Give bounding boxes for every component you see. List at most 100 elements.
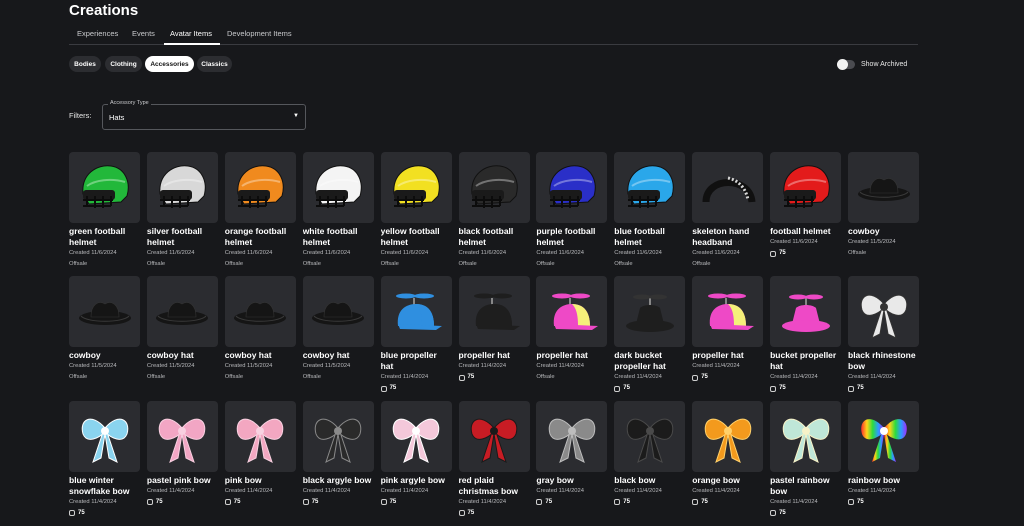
item-thumbnail[interactable]	[224, 400, 296, 472]
item-thumbnail[interactable]	[770, 276, 842, 348]
item-card-black-argyle-bow[interactable]: black argyle bow Created 11/4/2024 75	[302, 400, 374, 521]
item-card-bucket-propeller-hat[interactable]: bucket propeller hat Created 11/4/2024 75	[770, 276, 842, 396]
item-thumbnail[interactable]	[848, 276, 919, 348]
item-card-pink-argyle-bow[interactable]: pink argyle bow Created 11/4/2024 75	[380, 400, 452, 521]
item-thumbnail[interactable]	[224, 276, 296, 348]
item-card-pastel-rainbow-bow[interactable]: pastel rainbow bow Created 11/4/2024 75	[770, 400, 842, 521]
item-name[interactable]: pink argyle bow	[381, 475, 452, 486]
item-card-propeller-hat[interactable]: propeller hat Created 11/4/2024 75	[458, 276, 530, 396]
item-card-orange-football-helmet[interactable]: orange football helmet Created 11/6/2024 O…	[224, 152, 296, 272]
accessory-type-select[interactable]: Accessory Type Hats ▼	[102, 100, 306, 130]
item-name[interactable]: purple football helmet	[536, 226, 607, 248]
item-name[interactable]: bucket propeller hat	[770, 350, 841, 372]
item-card-orange-bow[interactable]: orange bow Created 11/4/2024 75	[692, 400, 764, 521]
item-name[interactable]: blue winter snowflake bow	[69, 475, 140, 497]
item-thumbnail[interactable]	[692, 400, 764, 472]
item-card-propeller-hat[interactable]: propeller hat Created 11/4/2024 75	[692, 276, 764, 396]
item-name[interactable]: blue football helmet	[614, 226, 685, 248]
item-card-skeleton-hand-headband[interactable]: skeleton hand headband Created 11/6/2024 O…	[692, 152, 764, 272]
item-name[interactable]: propeller hat	[459, 350, 530, 361]
item-name[interactable]: black bow	[614, 475, 685, 486]
item-name[interactable]: yellow football helmet	[381, 226, 452, 248]
chip-classics[interactable]: Classics	[197, 56, 232, 72]
item-thumbnail[interactable]	[69, 152, 140, 223]
item-thumbnail[interactable]	[302, 400, 374, 472]
item-card-blue-winter-snowflake-bow[interactable]: blue winter snowflake bow Created 11/4/20…	[69, 400, 140, 521]
item-card-propeller-hat[interactable]: propeller hat Created 11/4/2024 Offsale	[536, 276, 608, 396]
tab-avatar-items[interactable]: Avatar Items	[170, 29, 212, 38]
item-thumbnail[interactable]	[536, 400, 608, 472]
item-card-black-football-helmet[interactable]: black football helmet Created 11/6/2024 Of…	[458, 152, 530, 272]
item-thumbnail[interactable]	[458, 276, 530, 348]
chip-clothing[interactable]: Clothing	[105, 56, 142, 72]
item-name[interactable]: orange football helmet	[225, 226, 296, 248]
item-thumbnail[interactable]	[69, 276, 140, 348]
item-thumbnail[interactable]	[692, 152, 764, 223]
item-card-blue-football-helmet[interactable]: blue football helmet Created 11/6/2024 Off…	[614, 152, 686, 272]
item-thumbnail[interactable]	[614, 152, 686, 223]
tab-development-items[interactable]: Development Items	[227, 29, 292, 38]
show-archived-toggle[interactable]	[837, 59, 855, 70]
item-card-pastel-pink-bow[interactable]: pastel pink bow Created 11/4/2024 75	[146, 400, 218, 521]
item-name[interactable]: red plaid christmas bow	[459, 475, 530, 497]
tab-events[interactable]: Events	[132, 29, 155, 38]
item-name[interactable]: football helmet	[770, 226, 841, 237]
item-thumbnail[interactable]	[146, 152, 218, 223]
item-thumbnail[interactable]	[302, 152, 374, 223]
chip-bodies[interactable]: Bodies	[69, 56, 101, 72]
item-name[interactable]: cowboy hat	[147, 350, 218, 361]
item-thumbnail[interactable]	[614, 400, 686, 472]
item-card-dark-bucket-propeller-hat[interactable]: dark bucket propeller hat Created 11/4/20…	[614, 276, 686, 396]
chip-accessories[interactable]: Accessories	[145, 56, 194, 72]
item-card-yellow-football-helmet[interactable]: yellow football helmet Created 11/6/2024 O…	[380, 152, 452, 272]
item-name[interactable]: skeleton hand headband	[692, 226, 763, 248]
item-name[interactable]: white football helmet	[303, 226, 374, 248]
item-card-rainbow-bow[interactable]: rainbow bow Created 11/4/2024 75	[848, 400, 919, 521]
item-card-black-rhinestone-bow[interactable]: black rhinestone bow Created 11/4/2024 75	[848, 276, 919, 396]
item-name[interactable]: black argyle bow	[303, 475, 374, 486]
item-thumbnail[interactable]	[380, 276, 452, 348]
item-name[interactable]: propeller hat	[536, 350, 607, 361]
item-name[interactable]: pink bow	[225, 475, 296, 486]
item-thumbnail[interactable]	[380, 400, 452, 472]
item-name[interactable]: silver football helmet	[147, 226, 218, 248]
item-name[interactable]: cowboy	[69, 350, 140, 361]
item-card-black-bow[interactable]: black bow Created 11/4/2024 75	[614, 400, 686, 521]
item-name[interactable]: pastel rainbow bow	[770, 475, 841, 497]
item-card-white-football-helmet[interactable]: white football helmet Created 11/6/2024 Of…	[302, 152, 374, 272]
item-name[interactable]: black rhinestone bow	[848, 350, 919, 372]
item-card-blue-propeller-hat[interactable]: blue propeller hat Created 11/4/2024 75	[380, 276, 452, 396]
item-name[interactable]: black football helmet	[459, 226, 530, 248]
item-thumbnail[interactable]	[770, 152, 842, 223]
item-thumbnail[interactable]	[224, 152, 296, 223]
item-card-cowboy[interactable]: cowboy Created 11/5/2024 Offsale	[69, 276, 140, 396]
item-thumbnail[interactable]	[302, 276, 374, 348]
item-name[interactable]: blue propeller hat	[381, 350, 452, 372]
item-thumbnail[interactable]	[458, 400, 530, 472]
item-card-cowboy-hat[interactable]: cowboy hat Created 11/5/2024 Offsale	[146, 276, 218, 396]
item-name[interactable]: pastel pink bow	[147, 475, 218, 486]
item-thumbnail[interactable]	[692, 276, 764, 348]
tab-experiences[interactable]: Experiences	[77, 29, 118, 38]
item-name[interactable]: cowboy	[848, 226, 919, 237]
item-name[interactable]: dark bucket propeller hat	[614, 350, 685, 372]
item-thumbnail[interactable]	[536, 152, 608, 223]
item-thumbnail[interactable]	[614, 276, 686, 348]
item-card-silver-football-helmet[interactable]: silver football helmet Created 11/6/2024 O…	[146, 152, 218, 272]
item-card-gray-bow[interactable]: gray bow Created 11/4/2024 75	[536, 400, 608, 521]
item-name[interactable]: orange bow	[692, 475, 763, 486]
item-card-cowboy[interactable]: cowboy Created 11/5/2024 Offsale	[848, 152, 919, 272]
item-thumbnail[interactable]	[69, 400, 140, 472]
item-thumbnail[interactable]	[848, 400, 919, 472]
item-thumbnail[interactable]	[458, 152, 530, 223]
item-card-purple-football-helmet[interactable]: purple football helmet Created 11/6/2024 O…	[536, 152, 608, 272]
item-card-cowboy-hat[interactable]: cowboy hat Created 11/5/2024 Offsale	[224, 276, 296, 396]
item-card-cowboy-hat[interactable]: cowboy hat Created 11/5/2024 Offsale	[302, 276, 374, 396]
item-name[interactable]: gray bow	[536, 475, 607, 486]
item-card-green-football-helmet[interactable]: green football helmet Created 11/6/2024 Of…	[69, 152, 140, 272]
item-thumbnail[interactable]	[770, 400, 842, 472]
item-thumbnail[interactable]	[536, 276, 608, 348]
item-name[interactable]: propeller hat	[692, 350, 763, 361]
item-card-football-helmet[interactable]: football helmet Created 11/6/2024 75	[770, 152, 842, 272]
item-thumbnail[interactable]	[380, 152, 452, 223]
